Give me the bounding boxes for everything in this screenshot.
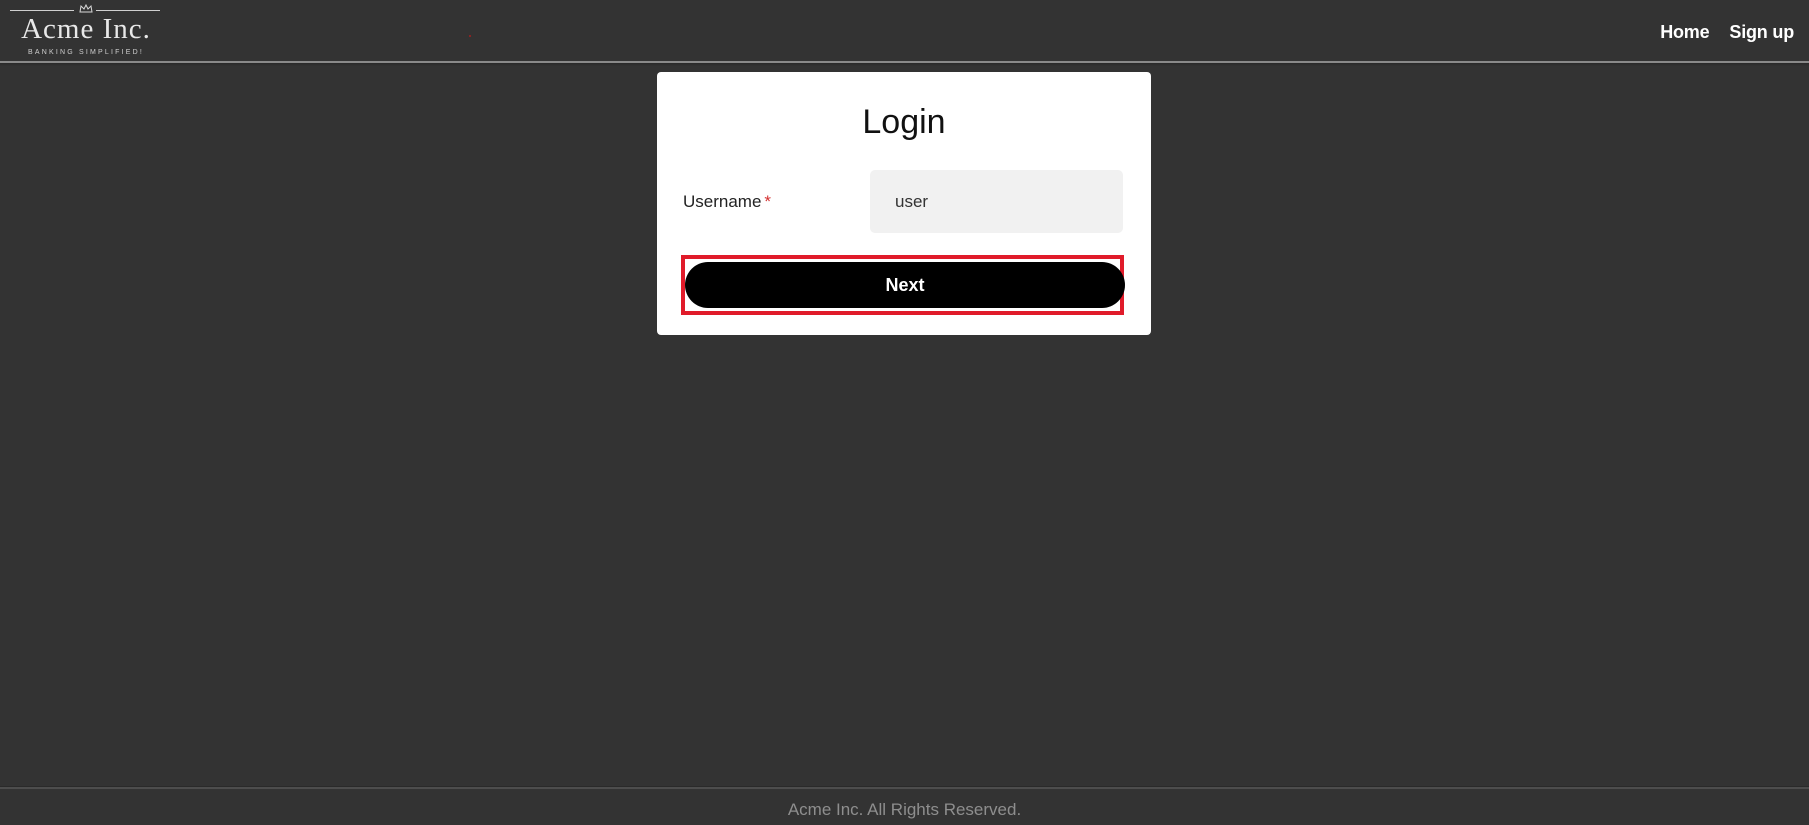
site-footer: Acme Inc. All Rights Reserved. [0, 787, 1809, 825]
login-card: Login Username* Next [657, 72, 1151, 335]
site-header: Acme Inc. BANKING SIMPLIFIED! Home Sign … [0, 0, 1809, 63]
nav-home-link[interactable]: Home [1660, 22, 1709, 43]
nav-signup-link[interactable]: Sign up [1729, 22, 1794, 43]
username-label-text: Username [683, 192, 762, 211]
footer-copyright: Acme Inc. All Rights Reserved. [787, 800, 1022, 819]
username-input[interactable] [870, 170, 1123, 233]
logo-line-right [96, 10, 160, 11]
logo-title: Acme Inc. [21, 13, 151, 45]
login-title: Login [862, 103, 946, 141]
required-marker: * [764, 192, 772, 211]
stray-dot [469, 35, 471, 37]
top-nav: Home Sign up [1660, 22, 1794, 43]
acme-logo[interactable]: Acme Inc. BANKING SIMPLIFIED! [10, 4, 162, 60]
next-button[interactable]: Next [685, 262, 1125, 308]
page: Acme Inc. BANKING SIMPLIFIED! Home Sign … [0, 0, 1809, 825]
username-label: Username * [683, 192, 771, 212]
logo-tagline: BANKING SIMPLIFIED! [27, 49, 145, 56]
logo-line-left [10, 10, 74, 11]
header-shadow [0, 63, 1809, 66]
